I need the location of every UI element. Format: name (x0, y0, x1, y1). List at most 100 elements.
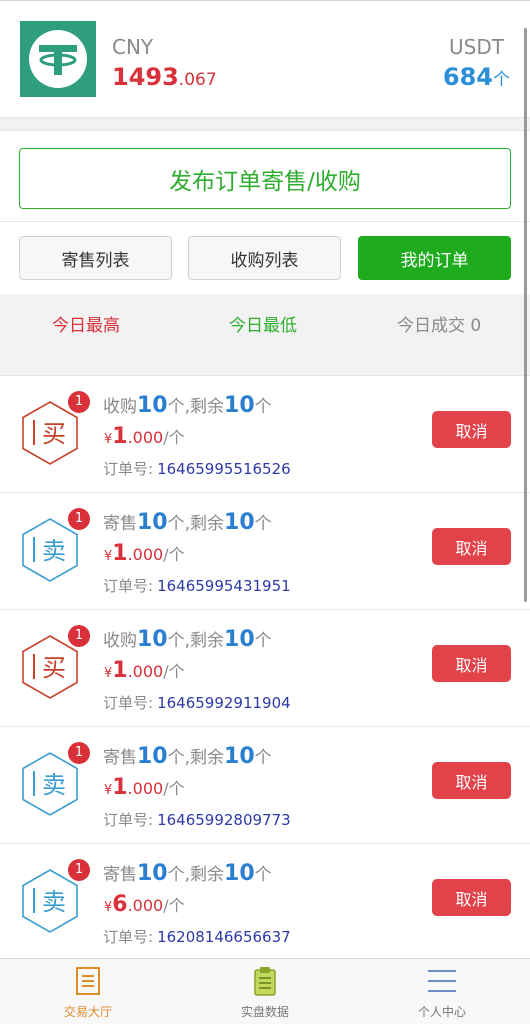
publish-order-button[interactable]: 发布订单寄售/收购 (19, 148, 511, 209)
daily-stats: 今日最高 今日最低 今日成交 0 (0, 294, 530, 350)
order-id-line: 订单号: 16208146656637 (103, 926, 291, 947)
publish-area: 发布订单寄售/收购 (0, 130, 530, 222)
order-id-label: 订单号: (103, 694, 154, 712)
order-action: 收购 (103, 397, 137, 417)
order-qty: 10 (137, 861, 168, 886)
cancel-button[interactable]: 取消 (432, 411, 511, 448)
order-qty: 10 (137, 627, 168, 652)
order-summary: 收购10个,剩余10个 (103, 392, 272, 418)
price-dec: .000 (127, 779, 164, 798)
order-price: ¥1.000/个 (104, 424, 185, 449)
order-unit: 个 (254, 514, 272, 534)
order-id: 16465995516526 (157, 460, 291, 478)
bottom-nav: 交易大厅 实盘数据 个人中心 (0, 958, 530, 1024)
order-action: 寄售 (103, 865, 137, 885)
order-price: ¥6.000/个 (104, 892, 185, 917)
order-summary: 收购10个,剩余10个 (103, 626, 272, 652)
order-id: 16208146656637 (157, 928, 291, 946)
notification-badge: 1 (68, 625, 90, 647)
order-id-label: 订单号: (103, 460, 154, 478)
order-row: 卖 1 寄售10个,剩余10个 ¥1.000/个 订单号: 16465992809… (0, 727, 530, 844)
price-dec: .000 (127, 428, 164, 447)
cancel-button[interactable]: 取消 (432, 645, 511, 682)
order-id-label: 订单号: (103, 577, 154, 595)
scrollbar[interactable] (524, 28, 527, 602)
order-row: 买 1 收购10个,剩余10个 ¥1.000/个 订单号: 16465995516… (0, 376, 530, 493)
document-icon (72, 965, 104, 997)
order-unit: 个 (254, 748, 272, 768)
order-list: 买 1 收购10个,剩余10个 ¥1.000/个 订单号: 16465995516… (0, 376, 530, 958)
price-int: 1 (112, 424, 128, 449)
tether-icon (20, 21, 96, 97)
nav-profile[interactable]: 个人中心 (354, 959, 530, 1024)
order-unit: 个 (254, 865, 272, 885)
price-int: 1 (112, 775, 128, 800)
order-icon-char: 买 (42, 654, 66, 682)
order-summary: 寄售10个,剩余10个 (103, 743, 272, 769)
stat-daily-volume: 今日成交 0 (397, 316, 482, 336)
order-remain: 10 (224, 393, 255, 418)
order-action: 寄售 (103, 748, 137, 768)
order-id-line: 订单号: 16465995431951 (103, 575, 291, 596)
order-remain: 10 (224, 627, 255, 652)
order-id-line: 订单号: 16465992911904 (103, 692, 291, 713)
notification-badge: 1 (68, 391, 90, 413)
order-qty: 10 (137, 393, 168, 418)
price-int: 1 (112, 541, 128, 566)
order-unit: 个 (254, 631, 272, 651)
order-remain: 10 (224, 744, 255, 769)
tab-purchase-list[interactable]: 收购列表 (188, 236, 341, 280)
order-row: 卖 1 寄售10个,剩余10个 ¥6.000/个 订单号: 16208146656… (0, 844, 530, 958)
nav-label: 个人中心 (417, 1005, 466, 1019)
cancel-button[interactable]: 取消 (432, 528, 511, 565)
separator (0, 350, 530, 376)
notification-badge: 1 (68, 859, 90, 881)
tab-my-orders[interactable]: 我的订单 (358, 236, 511, 280)
cny-balance: 1493.067 (112, 63, 217, 91)
order-unit: 个 (254, 397, 272, 417)
order-id: 16465992809773 (157, 811, 291, 829)
order-row: 买 1 收购10个,剩余10个 ¥1.000/个 订单号: 16465992911… (0, 610, 530, 727)
order-sep: 个,剩余 (167, 865, 225, 885)
order-remain: 10 (224, 861, 255, 886)
nav-label: 实盘数据 (240, 1005, 289, 1019)
order-action: 寄售 (103, 514, 137, 534)
order-price: ¥1.000/个 (104, 775, 185, 800)
order-row: 卖 1 寄售10个,剩余10个 ¥1.000/个 订单号: 16465995431… (0, 493, 530, 610)
order-sep: 个,剩余 (167, 631, 225, 651)
nav-label: 交易大厅 (63, 1005, 112, 1019)
order-id-line: 订单号: 16465992809773 (103, 809, 291, 830)
order-sep: 个,剩余 (167, 514, 225, 534)
usdt-balance-unit: 个 (493, 70, 510, 90)
order-id: 16465992911904 (157, 694, 291, 712)
cancel-button[interactable]: 取消 (432, 762, 511, 799)
tab-consignment-list[interactable]: 寄售列表 (19, 236, 172, 280)
price-int: 6 (112, 892, 128, 917)
usdt-label: USDT (449, 35, 504, 59)
order-qty: 10 (137, 510, 168, 535)
usdt-balance-value: 684 (442, 63, 493, 91)
cny-label: CNY (112, 35, 154, 59)
price-unit: /个 (163, 896, 185, 915)
price-unit: /个 (163, 545, 185, 564)
price-unit: /个 (163, 662, 185, 681)
cancel-button[interactable]: 取消 (432, 879, 511, 916)
nav-trading-hall[interactable]: 交易大厅 (0, 959, 176, 1024)
price-dec: .000 (127, 896, 164, 915)
order-sep: 个,剩余 (167, 397, 225, 417)
balance-header: CNY 1493.067 USDT 684个 (0, 0, 530, 118)
cny-balance-int: 1493 (112, 63, 179, 91)
price-int: 1 (112, 658, 128, 683)
order-action: 收购 (103, 631, 137, 651)
notification-badge: 1 (68, 508, 90, 530)
order-id-label: 订单号: (103, 811, 154, 829)
order-icon-char: 卖 (42, 888, 66, 916)
nav-market-data[interactable]: 实盘数据 (177, 959, 353, 1024)
order-sep: 个,剩余 (167, 748, 225, 768)
order-price: ¥1.000/个 (104, 541, 185, 566)
order-qty: 10 (137, 744, 168, 769)
separator (0, 118, 530, 130)
order-summary: 寄售10个,剩余10个 (103, 509, 272, 535)
clipboard-icon (249, 965, 281, 997)
stat-daily-high: 今日最高 (52, 316, 120, 336)
